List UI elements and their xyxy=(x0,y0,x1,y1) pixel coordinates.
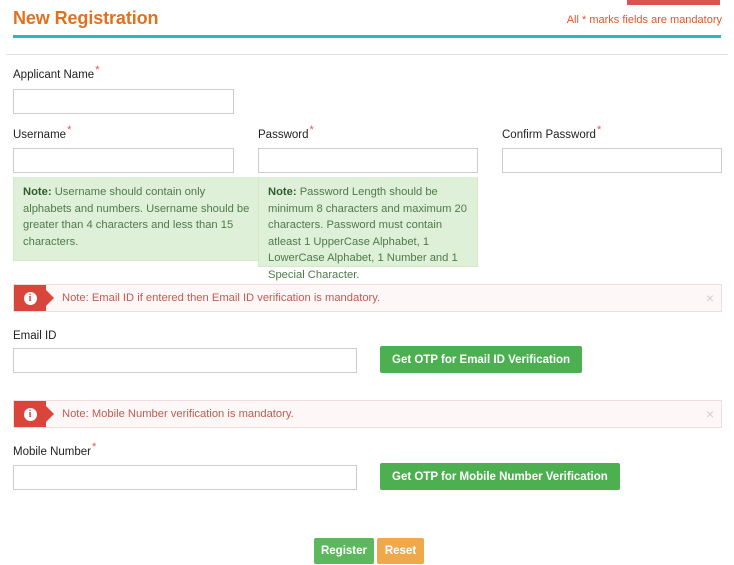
mobile-label: Mobile Number* xyxy=(13,442,96,458)
alert-arrow-icon xyxy=(46,406,54,422)
info-icon: i xyxy=(14,401,46,427)
alert-arrow-icon xyxy=(46,290,54,306)
required-asterisk: * xyxy=(309,124,314,137)
mobile-alert-text: Note: Mobile Number verification is mand… xyxy=(62,408,294,420)
username-note: Note: Username should contain only alpha… xyxy=(13,177,261,261)
mandatory-fields-note: All * marks fields are mandatory xyxy=(566,14,722,26)
username-note-prefix: Note: xyxy=(23,186,52,198)
get-otp-email-button[interactable]: Get OTP for Email ID Verification xyxy=(380,346,583,373)
required-asterisk: * xyxy=(596,124,602,137)
username-label: Username* xyxy=(13,125,71,141)
info-icon-glyph: i xyxy=(23,291,37,305)
page-header: New Registration All * marks fields are … xyxy=(0,5,734,36)
page-title: New Registration xyxy=(13,8,159,28)
close-icon[interactable]: × xyxy=(706,401,714,427)
confirm-password-label-text: Confirm Password xyxy=(502,129,596,141)
username-input[interactable] xyxy=(13,148,234,173)
info-icon-glyph: i xyxy=(23,407,37,421)
close-icon[interactable]: × xyxy=(706,285,714,311)
username-label-text: Username xyxy=(13,129,67,141)
applicant-name-label: Applicant Name* xyxy=(13,65,99,81)
required-asterisk: * xyxy=(95,64,100,77)
get-otp-mobile-button[interactable]: Get OTP for Mobile Number Verification xyxy=(380,463,620,490)
password-note: Note: Password Length should be minimum … xyxy=(258,177,478,281)
title-underline xyxy=(13,35,721,38)
email-alert-banner: i Note: Email ID if entered then Email I… xyxy=(13,284,722,312)
header-divider xyxy=(6,54,728,55)
email-label: Email ID xyxy=(13,330,56,342)
email-input[interactable] xyxy=(13,348,357,373)
mobile-alert-banner: i Note: Mobile Number verification is ma… xyxy=(13,400,722,428)
password-label-text: Password xyxy=(258,129,309,141)
register-button[interactable]: Register xyxy=(314,538,374,564)
email-alert-text: Note: Email ID if entered then Email ID … xyxy=(62,292,381,304)
mobile-input[interactable] xyxy=(13,465,357,490)
required-asterisk: * xyxy=(91,441,97,454)
mobile-label-text: Mobile Number xyxy=(13,446,91,458)
applicant-name-input[interactable] xyxy=(13,89,234,114)
password-note-prefix: Note: xyxy=(268,186,297,198)
info-icon: i xyxy=(14,285,46,311)
confirm-password-input[interactable] xyxy=(502,148,722,173)
reset-button[interactable]: Reset xyxy=(377,538,424,564)
password-note-text: Password Length should be minimum 8 char… xyxy=(268,186,467,281)
username-note-text: Username should contain only alphabets a… xyxy=(23,186,250,248)
password-label: Password* xyxy=(258,125,314,141)
confirm-password-label: Confirm Password* xyxy=(502,125,601,141)
password-input[interactable] xyxy=(258,148,478,173)
applicant-name-label-text: Applicant Name xyxy=(13,69,95,81)
required-asterisk: * xyxy=(67,124,72,137)
email-label-text: Email ID xyxy=(13,330,57,342)
